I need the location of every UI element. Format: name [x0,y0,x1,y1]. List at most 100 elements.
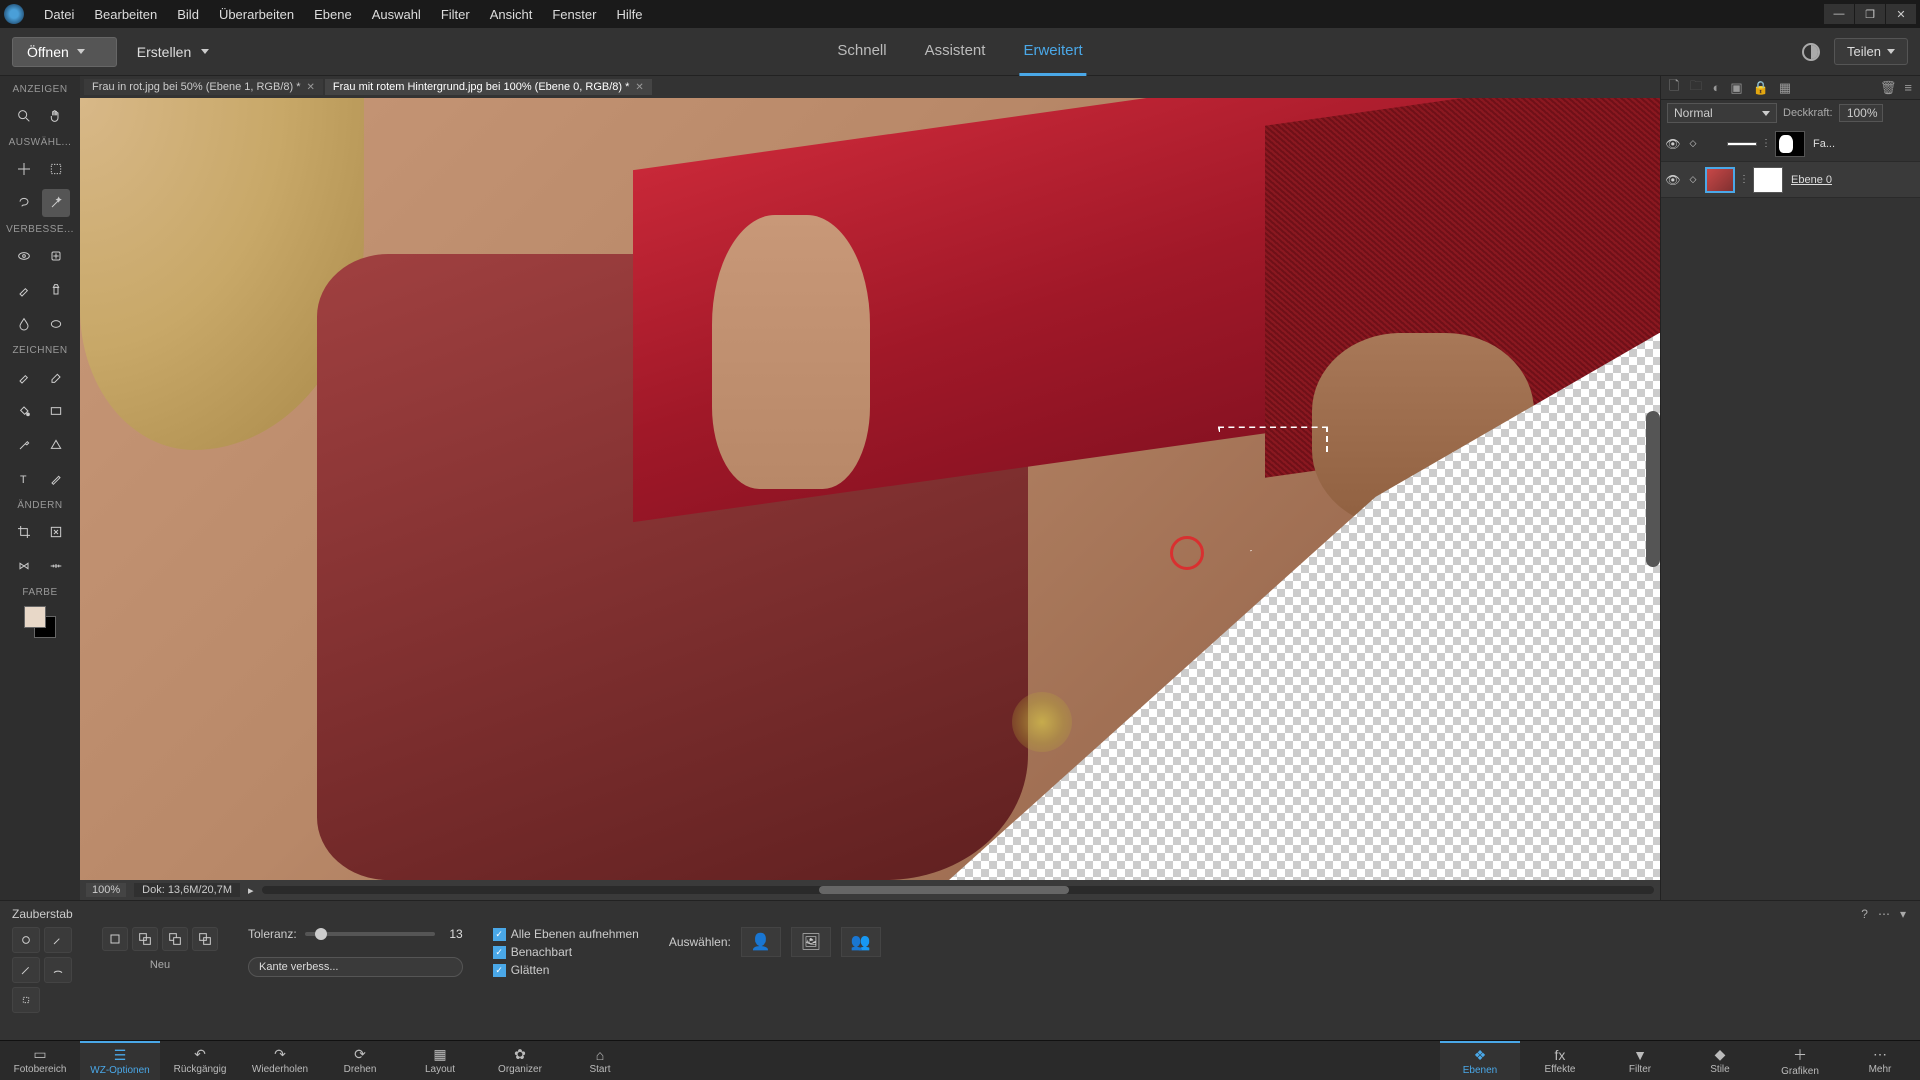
move-tool[interactable] [10,155,38,183]
select-background-button[interactable]: 🖼 [791,927,831,957]
selection-brush-tool[interactable] [44,927,72,953]
new-group-icon[interactable]: 🗀 [1689,77,1702,99]
tolerance-value[interactable]: 13 [443,927,463,941]
quick-select-tool[interactable] [12,927,40,953]
mask-thumb[interactable] [1753,167,1783,193]
rotate-button[interactable]: ⟳Drehen [320,1041,400,1080]
content-move-tool[interactable] [10,552,38,580]
lock-icon[interactable]: 🔒 [1753,80,1769,96]
select-subject-button[interactable]: 👤 [741,927,781,957]
open-button[interactable]: Öffnen [12,37,117,67]
help-icon[interactable]: ? [1861,907,1868,921]
straighten-tool[interactable] [42,552,70,580]
close-icon[interactable]: ✕ [307,82,315,93]
eyedropper-tool[interactable] [10,431,38,459]
close-button[interactable]: ✕ [1886,4,1916,24]
menu-select[interactable]: Auswahl [362,3,431,26]
recompose-tool[interactable] [42,518,70,546]
layers-tab[interactable]: ❖Ebenen [1440,1041,1520,1080]
sponge-tool[interactable] [42,310,70,338]
layout-button[interactable]: ▦Layout [400,1041,480,1080]
vertical-scrollbar[interactable] [1646,411,1660,567]
lasso-tool[interactable] [10,189,38,217]
magic-wand-tool[interactable] [42,189,70,217]
theme-toggle-icon[interactable] [1802,43,1820,61]
gradient-tool[interactable] [42,397,70,425]
mask-link-icon[interactable]: ⋮ [1739,174,1749,185]
share-button[interactable]: Teilen [1834,38,1908,65]
minimize-button[interactable]: — [1824,4,1854,24]
mode-expert[interactable]: Erweitert [1019,28,1086,76]
smart-brush-tool[interactable] [10,276,38,304]
home-button[interactable]: ⌂Start [560,1041,640,1080]
layer-thumb[interactable] [1705,167,1735,193]
intersect-selection-button[interactable] [192,927,218,951]
select-sky-button[interactable]: 👥 [841,927,881,957]
spot-heal-tool[interactable] [42,242,70,270]
canvas-viewport[interactable]: 100% Dok: 13,6M/20,7M ▸ [80,98,1660,900]
new-selection-button[interactable] [102,927,128,951]
brush-tool[interactable] [10,363,38,391]
color-swatches[interactable] [24,606,56,638]
graphics-tab[interactable]: ＋Grafiken [1760,1041,1840,1080]
panel-menu-icon[interactable]: ≡ [1904,80,1912,96]
mode-guided[interactable]: Assistent [921,28,990,76]
eye-tool[interactable] [10,242,38,270]
document-tab-2[interactable]: Frau mit rotem Hintergrund.jpg bei 100% … [325,79,652,95]
magic-wand-subtool[interactable] [12,957,40,983]
marquee-tool[interactable] [42,155,70,183]
eraser-tool[interactable] [42,363,70,391]
refine-brush-tool[interactable] [44,957,72,983]
fx-icon[interactable]: ▦ [1779,80,1791,96]
menu-enhance[interactable]: Überarbeiten [209,3,304,26]
maximize-button[interactable]: ❐ [1855,4,1885,24]
checkbox-contiguous[interactable]: ✓ [493,946,506,959]
blend-mode-select[interactable]: Normal [1667,103,1777,123]
create-button[interactable]: Erstellen [137,44,209,60]
zoom-display[interactable]: 100% [86,883,126,897]
new-layer-icon[interactable]: 🗋 [1669,77,1679,99]
clone-tool[interactable] [42,276,70,304]
undo-button[interactable]: ↶Rückgängig [160,1041,240,1080]
mode-quick[interactable]: Schnell [833,28,890,76]
more-tab[interactable]: ⋯Mehr [1840,1041,1920,1080]
opacity-input[interactable]: 100% [1839,104,1883,122]
pencil-tool[interactable] [42,465,70,493]
checkbox-antialias[interactable]: ✓ [493,964,506,977]
menu-file[interactable]: Datei [34,3,84,26]
delete-layer-icon[interactable]: 🗑 [1880,80,1897,96]
photo-bin-button[interactable]: ▭Fotobereich [0,1041,80,1080]
tool-options-button[interactable]: ☰WZ-Optionen [80,1041,160,1080]
adjustment-icon[interactable]: ◐ [1712,80,1720,95]
menu-filter[interactable]: Filter [431,3,480,26]
menu-layer[interactable]: Ebene [304,3,362,26]
hand-tool[interactable] [42,102,70,130]
menu-view[interactable]: Ansicht [480,3,543,26]
document-tab-1[interactable]: Frau in rot.jpg bei 50% (Ebene 1, RGB/8)… [84,79,323,95]
auto-select-tool[interactable] [12,987,40,1013]
redo-button[interactable]: ↷Wiederholen [240,1041,320,1080]
layer-name[interactable]: Fa... [1813,138,1835,150]
visibility-toggle[interactable]: 👁 [1665,172,1681,188]
effects-tab[interactable]: fxEffekte [1520,1041,1600,1080]
horizontal-scrollbar[interactable] [262,886,1654,894]
checkbox-all-layers[interactable]: ✓ [493,928,506,941]
styles-tab[interactable]: ◆Stile [1680,1041,1760,1080]
refine-edge-button[interactable]: Kante verbess... [248,957,463,977]
info-chevron-icon[interactable]: ▸ [248,884,254,897]
close-icon[interactable]: ✕ [635,82,643,93]
zoom-tool[interactable] [10,102,38,130]
layer-name[interactable]: Ebene 0 [1791,174,1832,186]
subtract-selection-button[interactable] [162,927,188,951]
crop-tool[interactable] [10,518,38,546]
visibility-toggle[interactable]: 👁 [1665,136,1681,152]
menu-help[interactable]: Hilfe [606,3,652,26]
canvas[interactable] [80,98,1660,880]
layer-row-adjustment[interactable]: 👁 ◇ ⋮ Fa... [1661,126,1920,162]
blur-tool[interactable] [10,310,38,338]
menu-edit[interactable]: Bearbeiten [84,3,167,26]
shape-tool[interactable] [42,431,70,459]
link-icon[interactable]: ◇ [1685,172,1701,188]
menu-image[interactable]: Bild [167,3,209,26]
mask-icon[interactable]: ▣ [1730,80,1742,96]
